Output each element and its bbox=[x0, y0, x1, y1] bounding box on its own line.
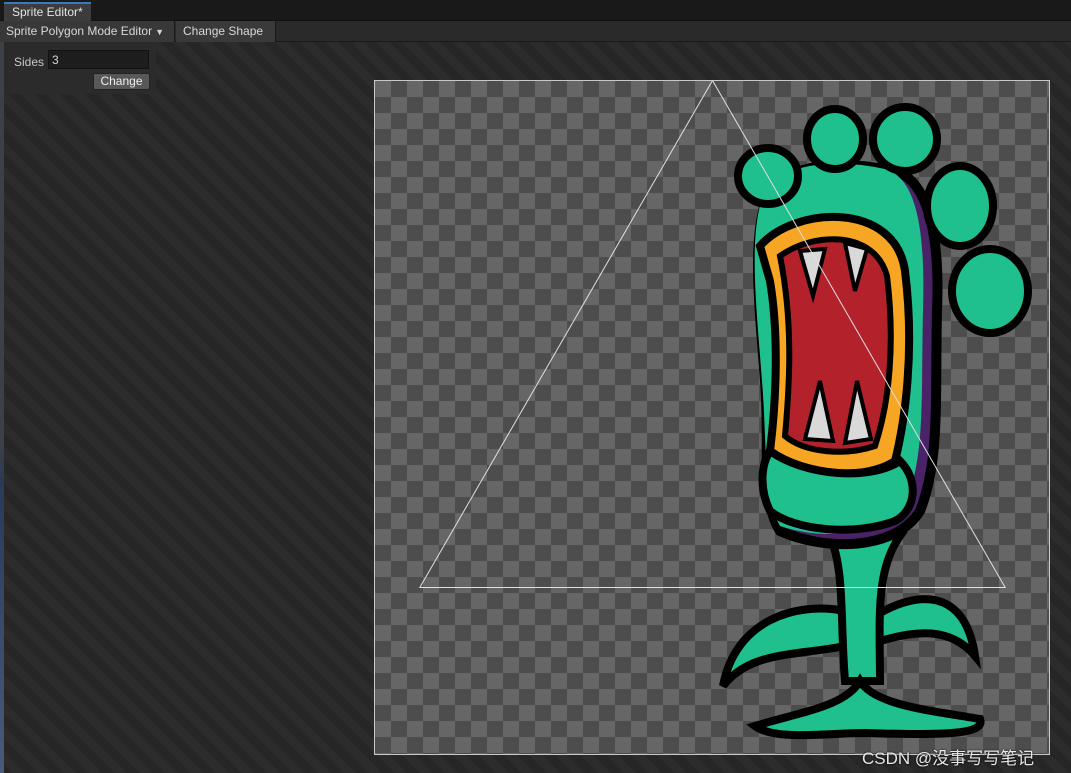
left-edge-strip bbox=[0, 42, 4, 773]
bulb bbox=[803, 105, 867, 173]
bulb bbox=[734, 144, 802, 208]
change-shape-panel: Sides Change bbox=[4, 42, 156, 94]
mode-dropdown[interactable]: Sprite Polygon Mode Editor ▼ bbox=[0, 21, 175, 42]
tab-sprite-editor[interactable]: Sprite Editor* bbox=[4, 2, 91, 21]
change-shape-button[interactable]: Change Shape bbox=[176, 21, 276, 42]
mode-dropdown-label: Sprite Polygon Mode Editor bbox=[6, 24, 153, 38]
plant-monster-sprite bbox=[719, 103, 1032, 740]
sides-label: Sides bbox=[14, 55, 45, 69]
mouth bbox=[776, 236, 894, 455]
bulb bbox=[948, 245, 1032, 337]
sprite-image bbox=[719, 103, 1032, 740]
roots bbox=[746, 673, 985, 740]
window-titlebar: Sprite Editor* bbox=[0, 0, 1071, 21]
right-leaf bbox=[870, 595, 981, 670]
left-leaf bbox=[719, 604, 849, 689]
bulb bbox=[869, 103, 941, 175]
toolbar: Sprite Polygon Mode Editor ▼ Change Shape bbox=[0, 21, 1071, 42]
watermark: CSDN @没事写写笔记 bbox=[862, 749, 1035, 768]
caret-down-icon: ▼ bbox=[155, 27, 165, 37]
sides-input[interactable] bbox=[48, 50, 149, 69]
sprite-frame[interactable] bbox=[374, 80, 1050, 755]
change-button[interactable]: Change bbox=[93, 73, 150, 90]
bulb bbox=[923, 162, 997, 250]
